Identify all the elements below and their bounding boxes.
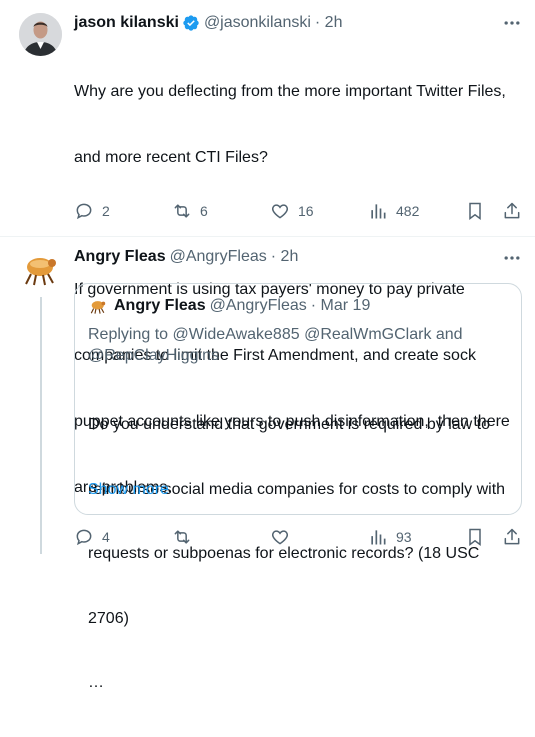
replying-prefix: Replying to	[88, 326, 173, 343]
author-name[interactable]: jason kilanski	[74, 14, 179, 32]
bookmark-icon	[469, 202, 481, 220]
replying-and: and	[431, 326, 463, 343]
heart-icon	[271, 530, 289, 545]
author-handle[interactable]: @AngryFleas	[170, 248, 267, 266]
heart-icon	[271, 204, 289, 219]
flea-icon	[25, 258, 56, 286]
quoted-tweet[interactable]: Angry Fleas @AngryFleas · Mar 19 Replyin…	[74, 283, 522, 691]
share-icon	[504, 202, 520, 219]
bookmark-button[interactable]	[465, 201, 485, 221]
reply-button[interactable]: 2	[74, 201, 110, 221]
show-more-link[interactable]: Show more	[88, 481, 169, 499]
avatar-small	[88, 296, 108, 316]
flea-icon	[90, 301, 106, 314]
like-button[interactable]: 16	[270, 201, 314, 221]
mention-link[interactable]: @WideAwake885	[173, 326, 300, 343]
tweet-angry-fleas[interactable]: Angry Fleas @AngryFleas · 2h Angry Fleas…	[0, 237, 535, 691]
retweet-icon	[174, 530, 190, 544]
avatar[interactable]	[19, 13, 62, 56]
mention-link[interactable]: @RealWmGClark	[304, 326, 431, 343]
thread-line	[40, 297, 42, 554]
mention-link[interactable]: @RepClayHiggins	[88, 347, 219, 364]
text-line: Do you understand that government is req…	[88, 416, 491, 433]
views-count: 482	[396, 203, 420, 219]
retweet-button[interactable]	[172, 527, 192, 547]
text-line: …	[88, 674, 104, 691]
avatar[interactable]	[19, 247, 62, 290]
more-options-icon[interactable]	[502, 13, 522, 33]
bookmark-button[interactable]	[465, 527, 485, 547]
views-count: 93	[396, 529, 412, 545]
like-count: 16	[298, 203, 314, 219]
quoted-author-handle: @AngryFleas	[209, 297, 307, 314]
text-line: and more recent CTI Files?	[74, 149, 268, 166]
retweet-icon	[174, 204, 190, 218]
retweet-count: 6	[200, 203, 208, 219]
tweet-jason[interactable]: jason kilanski @jasonkilanski · 2h Why a…	[0, 0, 535, 496]
tweet-time[interactable]: · 2h	[271, 248, 299, 266]
verified-badge-icon	[182, 14, 200, 32]
share-button[interactable]	[502, 201, 522, 221]
reply-icon	[76, 203, 92, 220]
views-button[interactable]: 482	[368, 201, 419, 221]
views-button[interactable]: 93	[368, 527, 412, 547]
like-button[interactable]	[270, 527, 290, 547]
text-line: Why are you deflecting from the more imp…	[74, 83, 506, 100]
tweet-time[interactable]: · 2h	[315, 14, 343, 32]
share-button[interactable]	[502, 527, 522, 547]
share-icon	[504, 528, 520, 545]
text-line: 2706)	[88, 609, 129, 627]
more-options-icon[interactable]	[502, 248, 522, 268]
reply-count: 4	[102, 529, 110, 545]
retweet-button[interactable]: 6	[172, 201, 208, 221]
author-name[interactable]: Angry Fleas	[74, 248, 166, 266]
reply-count: 2	[102, 203, 110, 219]
analytics-icon	[371, 204, 386, 219]
replying-to: Replying to @WideAwake885 @RealWmGClark …	[88, 324, 508, 366]
author-handle[interactable]: @jasonkilanski	[204, 14, 311, 32]
reply-button[interactable]: 4	[74, 527, 110, 547]
quoted-time: · Mar 19	[310, 297, 371, 314]
person-avatar-icon	[19, 13, 62, 56]
bookmark-icon	[469, 528, 481, 546]
reply-icon	[76, 529, 92, 546]
analytics-icon	[371, 530, 386, 545]
quoted-author-name: Angry Fleas	[114, 297, 206, 314]
